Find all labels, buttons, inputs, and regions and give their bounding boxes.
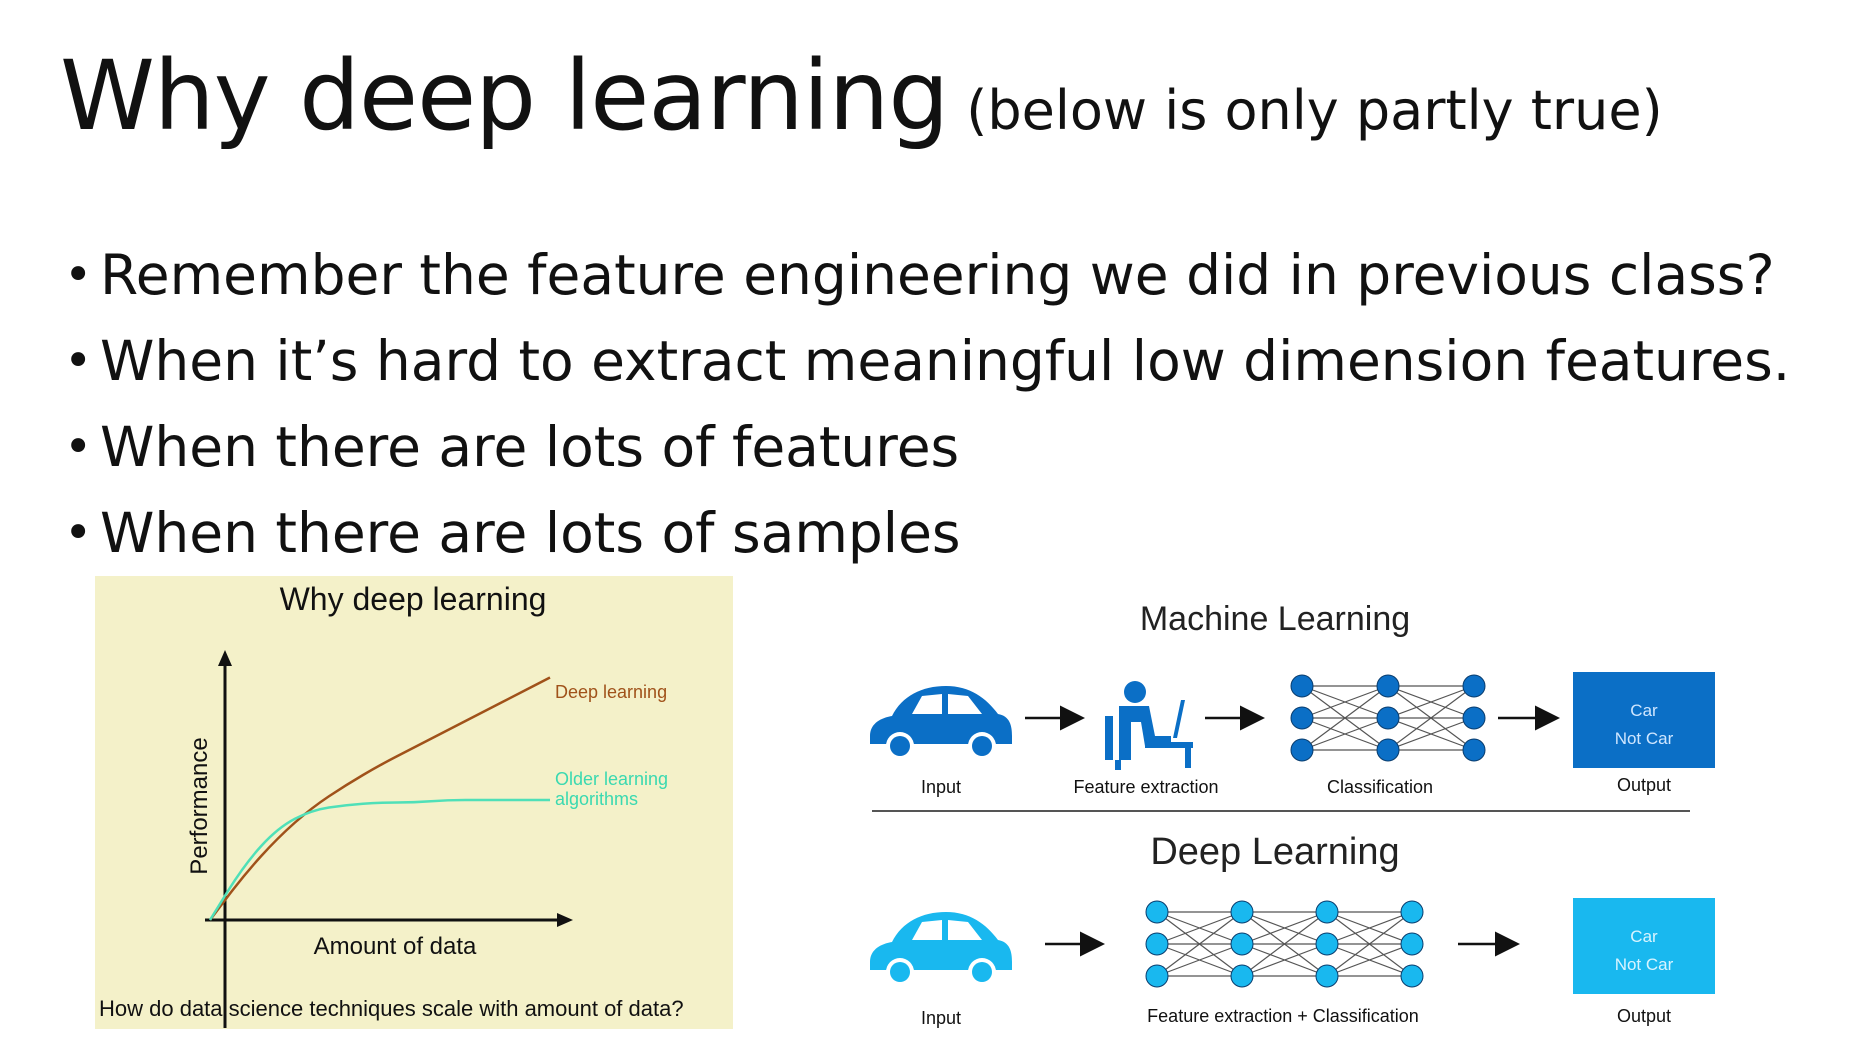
network-node [1400, 900, 1424, 924]
bullet-dot: • [64, 419, 93, 475]
neural-network-icon [1290, 674, 1486, 762]
chart-caption: How do data science techniques scale wit… [99, 996, 684, 1021]
network-node [1230, 900, 1254, 924]
performance-chart: Why deep learning Performance Amount of … [95, 576, 733, 1029]
person-at-desk-icon [1105, 681, 1193, 770]
network-node [1145, 964, 1169, 988]
network-node [1376, 706, 1400, 730]
ml-output-box [1573, 672, 1715, 768]
diagram-svg: Machine Learning Car Not Car Input Featu… [870, 600, 1715, 1028]
bullet-item: • Remember the feature engineering we did… [60, 232, 1790, 318]
series-label-older-2: algorithms [555, 789, 638, 809]
network-node [1376, 738, 1400, 762]
network-node [1400, 932, 1424, 956]
network-node [1290, 738, 1314, 762]
network-node [1230, 964, 1254, 988]
network-node [1290, 706, 1314, 730]
dl-output-notcar: Not Car [1615, 955, 1674, 974]
dl-heading: Deep Learning [1150, 831, 1399, 873]
network-node [1315, 932, 1339, 956]
y-axis-arrow [218, 650, 232, 666]
chart-title: Why deep learning [280, 581, 547, 617]
series-layer [208, 676, 551, 921]
dl-output-box [1573, 898, 1715, 994]
car-icon [870, 686, 1012, 760]
network-node [1376, 674, 1400, 698]
x-axis-arrow [557, 913, 573, 927]
bullet-dot: • [64, 333, 93, 389]
dl-label-feature-classification: Feature extraction + Classification [1147, 1006, 1419, 1026]
bullet-item: • When there are lots of features [60, 404, 1790, 490]
series-label-deep: Deep learning [555, 682, 667, 702]
bullet-text: When there are lots of samples [100, 501, 961, 565]
ml-output-notcar: Not Car [1615, 729, 1674, 748]
network-node [1315, 900, 1339, 924]
network-node [1290, 674, 1314, 698]
bullet-dot: • [64, 505, 93, 561]
network-node [1462, 706, 1486, 730]
bullet-text: Remember the feature engineering we did … [100, 243, 1775, 307]
neural-network-icon [1145, 900, 1424, 988]
bullet-item: • When there are lots of samples [60, 490, 1790, 576]
dl-label-output: Output [1617, 1006, 1671, 1026]
dl-label-input: Input [921, 1008, 961, 1028]
bullet-dot: • [64, 247, 93, 303]
title-subtitle: (below is only partly true) [966, 79, 1663, 142]
series-label-older-1: Older learning [555, 769, 668, 789]
dl-output-car: Car [1630, 927, 1658, 946]
bullet-list: • Remember the feature engineering we did… [60, 232, 1790, 576]
network-node [1462, 738, 1486, 762]
ml-label-classification: Classification [1327, 777, 1433, 797]
bullet-text: When it’s hard to extract meaningful low… [100, 329, 1791, 393]
network-node [1230, 932, 1254, 956]
title-main: Why deep learning [60, 40, 949, 152]
ml-output-car: Car [1630, 701, 1658, 720]
ml-label-feature-extraction: Feature extraction [1073, 777, 1218, 797]
car-icon [870, 912, 1012, 986]
network-node [1145, 932, 1169, 956]
network-node [1315, 964, 1339, 988]
network-node [1145, 900, 1169, 924]
series-line-1 [208, 798, 550, 921]
bullet-text: When there are lots of features [100, 415, 960, 479]
bullet-item: • When it’s hard to extract meaningful lo… [60, 318, 1790, 404]
ml-label-output: Output [1617, 775, 1671, 795]
ml-heading: Machine Learning [1140, 600, 1410, 638]
slide-title: Why deep learning (below is only partly t… [60, 40, 1663, 152]
network-node [1400, 964, 1424, 988]
y-axis-label: Performance [186, 737, 213, 874]
ml-label-input: Input [921, 777, 961, 797]
network-node [1462, 674, 1486, 698]
ml-vs-dl-diagram: Machine Learning Car Not Car Input Featu… [860, 600, 1750, 1040]
x-axis-label: Amount of data [314, 933, 477, 960]
chart-svg: Why deep learning Performance Amount of … [99, 581, 684, 1028]
